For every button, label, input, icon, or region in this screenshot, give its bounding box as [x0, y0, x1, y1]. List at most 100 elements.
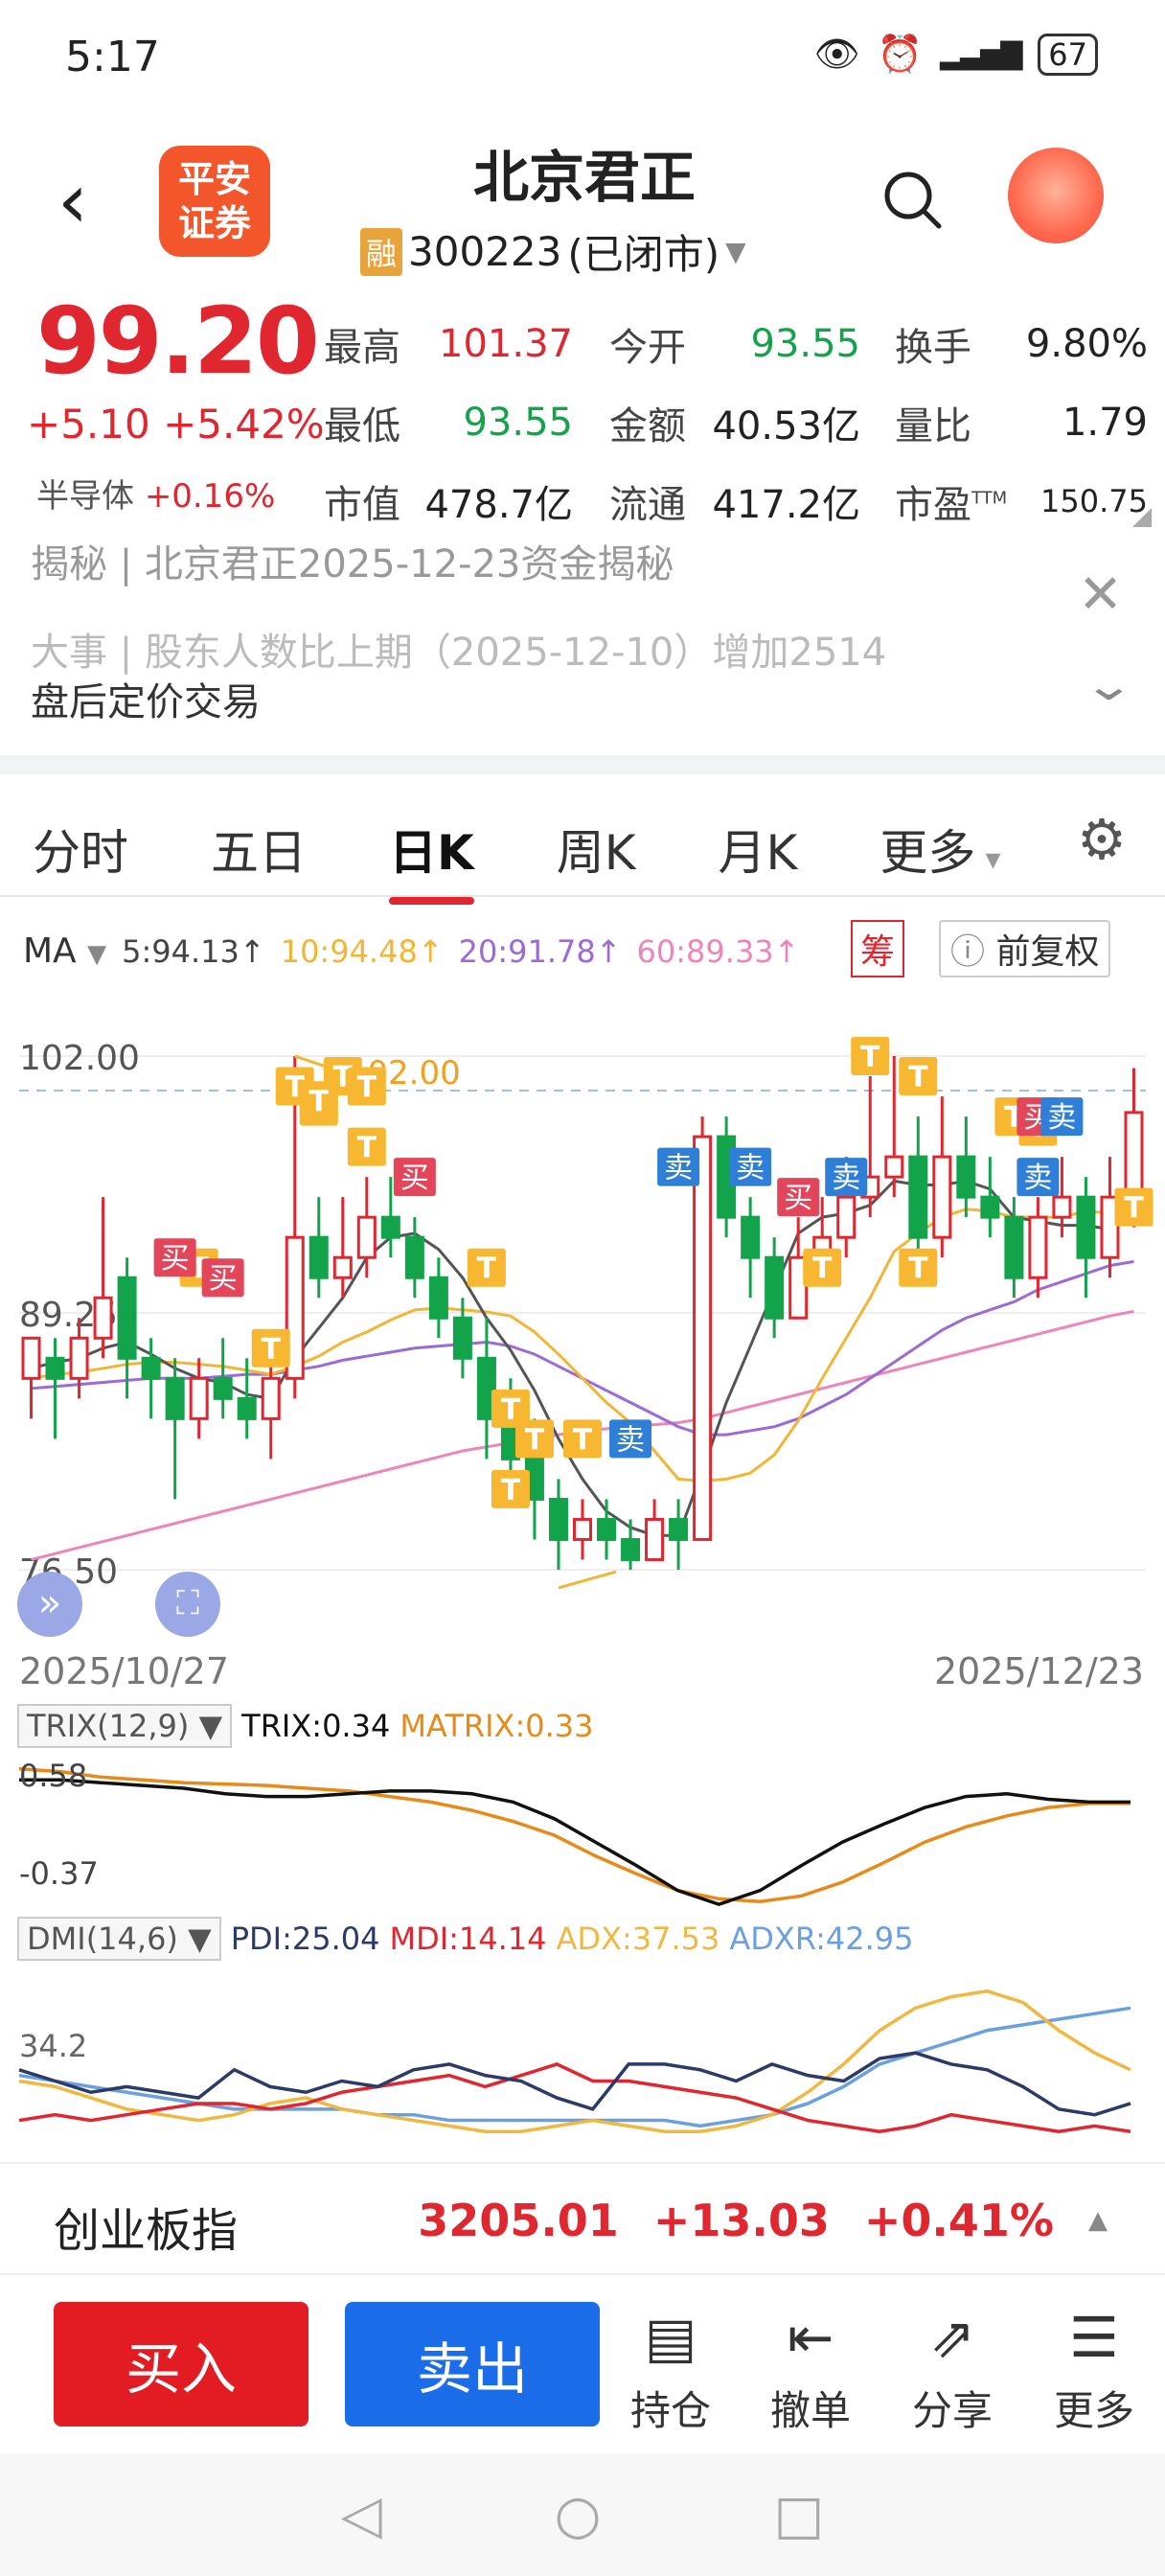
- trix-selector[interactable]: TRIX(12,9) ▼: [17, 1704, 233, 1748]
- chevron-down-icon[interactable]: ⌄: [1083, 661, 1135, 710]
- sell-signal-mark: 卖: [657, 1147, 700, 1186]
- last-price: 99.20: [36, 288, 320, 395]
- low-pointer: [558, 1570, 617, 1590]
- adjust-button[interactable]: ⓘ 前复权: [939, 920, 1111, 978]
- ma-selector[interactable]: MA ▼: [23, 932, 106, 971]
- quote-field: 金额 40.53亿: [609, 395, 860, 450]
- candle: [21, 1336, 41, 1419]
- close-icon[interactable]: ✕: [1078, 564, 1123, 626]
- quote-label: 最高: [324, 326, 400, 370]
- tab-3[interactable]: 周K: [557, 815, 636, 884]
- after-hours-trading[interactable]: 盘后定价交易: [31, 671, 261, 726]
- expand-corner-icon[interactable]: [1132, 508, 1152, 527]
- trix-y-bottom: -0.37: [19, 1855, 99, 1892]
- back-button[interactable]: ‹: [57, 163, 105, 240]
- t-signal-mark: T: [899, 1057, 938, 1096]
- candle-body: [21, 1336, 41, 1380]
- divider: [0, 895, 1165, 897]
- index-pct: +0.41%: [863, 2195, 1054, 2246]
- index-values: 3205.01 +13.03 +0.41% ▲: [418, 2195, 1108, 2246]
- dmi-selector[interactable]: DMI(14,6) ▼: [17, 1917, 221, 1961]
- nav-back-icon[interactable]: ◁: [341, 2484, 382, 2546]
- candle: [213, 1338, 233, 1419]
- t-signal-mark: T: [347, 1127, 386, 1166]
- adx-line: [18, 1989, 1131, 2134]
- candle-body: [669, 1517, 689, 1541]
- adxr-value: ADXR:42.95: [729, 1920, 914, 1957]
- ma-legend: MA ▼ 5:94.13↑ 10:94.48↑ 20:91.78↑ 60:89.…: [23, 932, 799, 971]
- quote-label: 市盈TTM: [895, 483, 1008, 527]
- signal-label: 买: [209, 1262, 238, 1296]
- candle-body: [741, 1215, 761, 1259]
- quote-field: 最高 101.37: [324, 316, 573, 372]
- tab-4[interactable]: 月K: [719, 815, 798, 884]
- chip-distribution-button[interactable]: 筹: [851, 920, 905, 978]
- cancel-order-button[interactable]: ⇤ 撤单: [753, 2304, 868, 2437]
- ma5-line: [31, 1179, 1135, 1537]
- x-start-date: 2025/10/27: [19, 1650, 230, 1692]
- quote-field: 换手 9.80%: [895, 316, 1148, 372]
- candle-body: [45, 1356, 65, 1380]
- news-item[interactable]: 大事 | 股东人数比上期（2025-12-10）增加2514: [31, 621, 886, 677]
- sector-change[interactable]: 半导体 +0.16%: [36, 470, 275, 517]
- candle: [189, 1358, 209, 1439]
- candle-body: [380, 1215, 400, 1239]
- tab-1[interactable]: 五日: [211, 815, 307, 884]
- quote-value: 40.53亿: [712, 404, 860, 448]
- mdi-value: MDI:14.14: [389, 1920, 547, 1957]
- signal-label: 卖: [1023, 1162, 1052, 1195]
- market-status: (已闭市): [567, 231, 720, 278]
- caret-down-icon: ▾: [975, 840, 1001, 877]
- caret-up-icon: ▲: [1088, 2206, 1108, 2235]
- quote-field: 市值 478.7亿: [324, 473, 573, 529]
- candle: [548, 1479, 568, 1570]
- tab-2[interactable]: 日K: [389, 815, 474, 905]
- buy-signal-mark: 买: [153, 1238, 196, 1277]
- tab-5[interactable]: 更多 ▾: [879, 815, 1000, 884]
- quote-label: 换手: [895, 326, 971, 370]
- quote-row: 最低 93.55 金额 40.53亿 量比 1.79: [324, 383, 1148, 462]
- candle-body: [980, 1195, 1000, 1219]
- stock-subtitle[interactable]: 融 300223 (已闭市) ▼: [360, 222, 811, 281]
- buy-signal-mark: 买: [777, 1178, 820, 1217]
- candle-body: [956, 1155, 976, 1199]
- kline-chart[interactable]: 102.0089.2576.50102.00T TT TTTTTTT TTT TTTTT…: [0, 997, 1165, 1668]
- x-end-date: 2025/12/23: [933, 1650, 1144, 1692]
- candle-body: [1076, 1195, 1096, 1259]
- quote-label: 最低: [324, 404, 400, 448]
- quote-value: 417.2亿: [712, 483, 860, 527]
- news-item[interactable]: 揭秘 | 北京君正2025-12-23资金揭秘: [31, 533, 674, 588]
- dmi-y-label: 34.2: [19, 2028, 87, 2064]
- signal-icon: ▂▃▅▇: [939, 37, 1022, 71]
- candle: [1028, 1197, 1048, 1299]
- nav-recents-icon[interactable]: □: [774, 2484, 825, 2546]
- buy-button[interactable]: 买入: [54, 2302, 308, 2426]
- search-icon[interactable]: [881, 169, 943, 230]
- quote-field: 最低 93.55: [324, 395, 573, 450]
- ma10-value: 10:94.48↑: [280, 932, 444, 970]
- quote-value: 1.79: [1062, 401, 1148, 445]
- buy-signal-mark: 买: [393, 1158, 436, 1197]
- assistant-avatar[interactable]: [1008, 148, 1104, 243]
- index-ticker[interactable]: 创业板指 3205.01 +13.03 +0.41% ▲: [0, 2162, 1165, 2275]
- y-tick-label: 102.00: [19, 1039, 140, 1078]
- share-button[interactable]: ⇗ 分享: [895, 2304, 1010, 2437]
- candle-body: [908, 1155, 928, 1239]
- candle-body: [428, 1276, 448, 1320]
- trix-y-top: 0.58: [19, 1758, 87, 1794]
- sell-button[interactable]: 卖出: [345, 2302, 600, 2426]
- tab-0[interactable]: 分时: [33, 815, 128, 884]
- quote-value: 478.7亿: [424, 483, 573, 527]
- price-change: +5.10 +5.42%: [27, 401, 325, 448]
- nav-home-icon[interactable]: ○: [555, 2484, 602, 2546]
- fast-forward-icon[interactable]: »: [17, 1572, 82, 1637]
- more-button[interactable]: ☰ 更多: [1037, 2304, 1152, 2437]
- sell-signal-mark: 卖: [1017, 1158, 1060, 1197]
- dmi-chart[interactable]: 34.2: [0, 1961, 1165, 2152]
- sell-signal-mark: 卖: [609, 1419, 652, 1459]
- position-button[interactable]: ▤ 持仓: [613, 2304, 728, 2437]
- trix-chart[interactable]: 0.58 -0.37: [0, 1754, 1165, 1917]
- gear-icon[interactable]: ⚙: [1077, 807, 1127, 872]
- fullscreen-icon[interactable]: ⛶: [155, 1572, 220, 1637]
- quote-row: 市值 478.7亿 流通 417.2亿 市盈TTM 150.75: [324, 462, 1148, 540]
